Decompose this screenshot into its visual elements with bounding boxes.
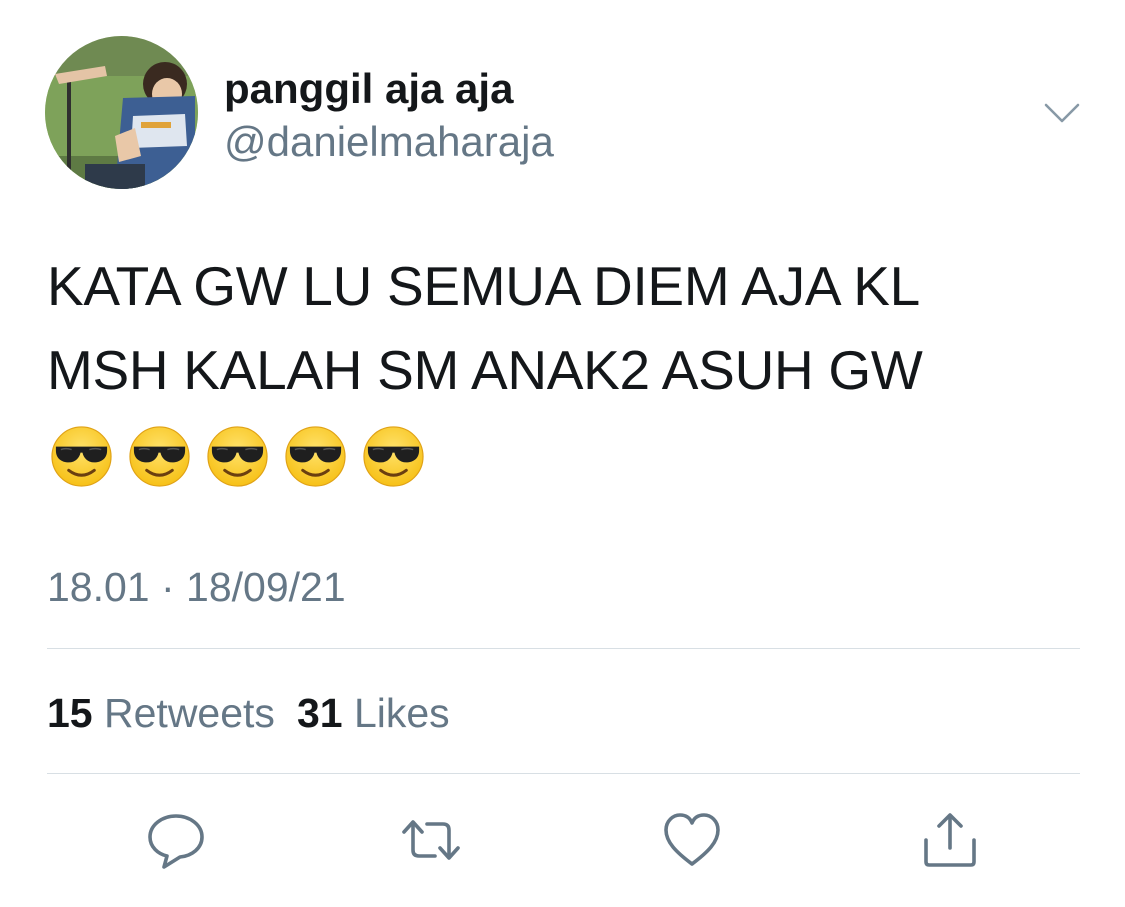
smiling-face-with-sunglasses-emoji-icon xyxy=(129,426,190,487)
tweet-stats: 15 Retweets 31 Likes xyxy=(47,688,450,738)
retweet-button[interactable] xyxy=(401,810,461,870)
retweet-icon xyxy=(402,820,460,860)
tweet-timestamp[interactable]: 18.01 · 18/09/21 xyxy=(47,562,346,612)
smiling-face-with-sunglasses-emoji-icon xyxy=(51,426,112,487)
chevron-down-icon xyxy=(1044,103,1080,123)
likes-label: Likes xyxy=(353,690,450,736)
user-handle[interactable]: @danielmaharaja xyxy=(224,117,554,167)
emoji-row xyxy=(50,425,425,489)
share-icon xyxy=(924,813,976,867)
tweet-text-line: KATA GW LU SEMUA DIEM AJA KL xyxy=(47,255,920,317)
tweet-text: KATA GW LU SEMUA DIEM AJA KL MSH KALAH S… xyxy=(47,244,1087,412)
reply-icon xyxy=(148,814,204,869)
more-options-button[interactable] xyxy=(1040,96,1084,132)
profile-photo-icon xyxy=(45,36,198,189)
smiling-face-with-sunglasses-emoji-icon xyxy=(207,426,268,487)
avatar[interactable] xyxy=(45,36,198,189)
divider xyxy=(47,773,1080,774)
like-button[interactable] xyxy=(662,810,722,870)
likes-stat[interactable]: 31 Likes xyxy=(297,690,450,736)
share-button[interactable] xyxy=(920,810,980,870)
retweets-label: Retweets xyxy=(104,690,275,736)
tweet-text-line: MSH KALAH SM ANAK2 ASUH GW xyxy=(47,339,923,401)
reply-button[interactable] xyxy=(146,810,206,870)
retweets-count: 15 xyxy=(47,690,93,736)
heart-icon xyxy=(664,813,720,866)
display-name[interactable]: panggil aja aja xyxy=(224,64,513,114)
retweets-stat[interactable]: 15 Retweets xyxy=(47,690,275,736)
divider xyxy=(47,648,1080,649)
likes-count: 31 xyxy=(296,690,343,736)
smiling-face-with-sunglasses-emoji-icon xyxy=(285,426,346,487)
smiling-face-with-sunglasses-emoji-icon xyxy=(363,426,424,487)
